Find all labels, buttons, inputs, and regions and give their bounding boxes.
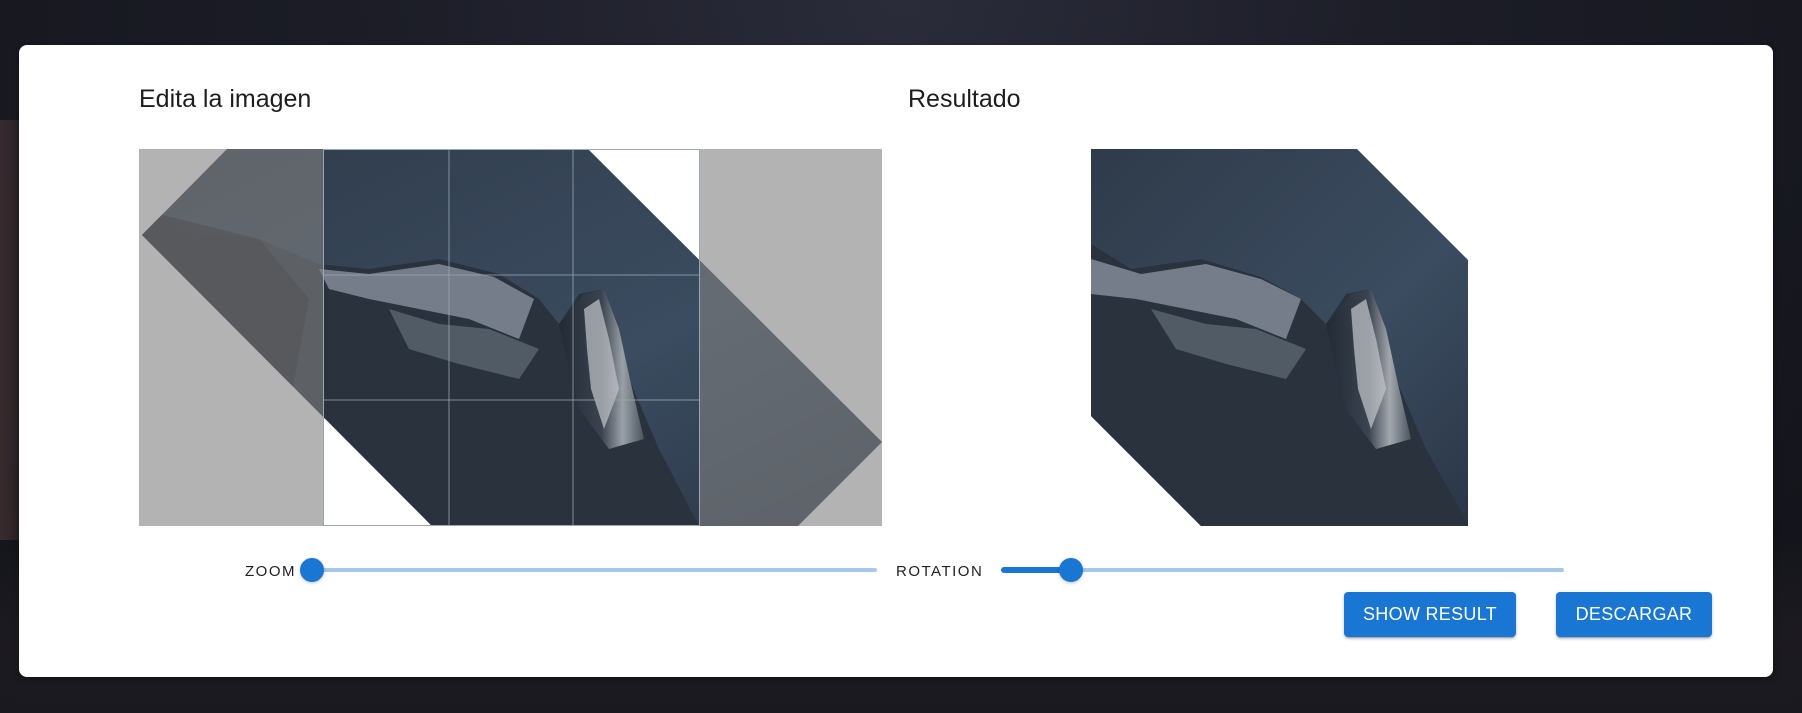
rotation-slider-thumb[interactable] [1059, 558, 1084, 582]
rotated-image [139, 149, 882, 526]
zoom-slider[interactable] [300, 558, 877, 582]
result-title: Resultado [908, 85, 1021, 113]
show-result-button[interactable]: SHOW RESULT [1344, 592, 1516, 637]
image-editor-card: Edita la imagen Resultado ZOOM ROTATION … [19, 45, 1773, 677]
editor-title: Edita la imagen [139, 85, 312, 113]
rotation-slider[interactable] [1001, 558, 1564, 582]
zoom-slider-rail [312, 568, 877, 572]
result-preview [1091, 149, 1469, 526]
rotation-label: ROTATION [896, 563, 984, 580]
cropped-image [1091, 149, 1468, 526]
crop-editor[interactable] [139, 149, 882, 526]
download-button[interactable]: DESCARGAR [1556, 592, 1712, 637]
zoom-slider-thumb[interactable] [300, 558, 324, 582]
rotation-slider-rail [1001, 568, 1564, 572]
zoom-label: ZOOM [245, 563, 296, 580]
